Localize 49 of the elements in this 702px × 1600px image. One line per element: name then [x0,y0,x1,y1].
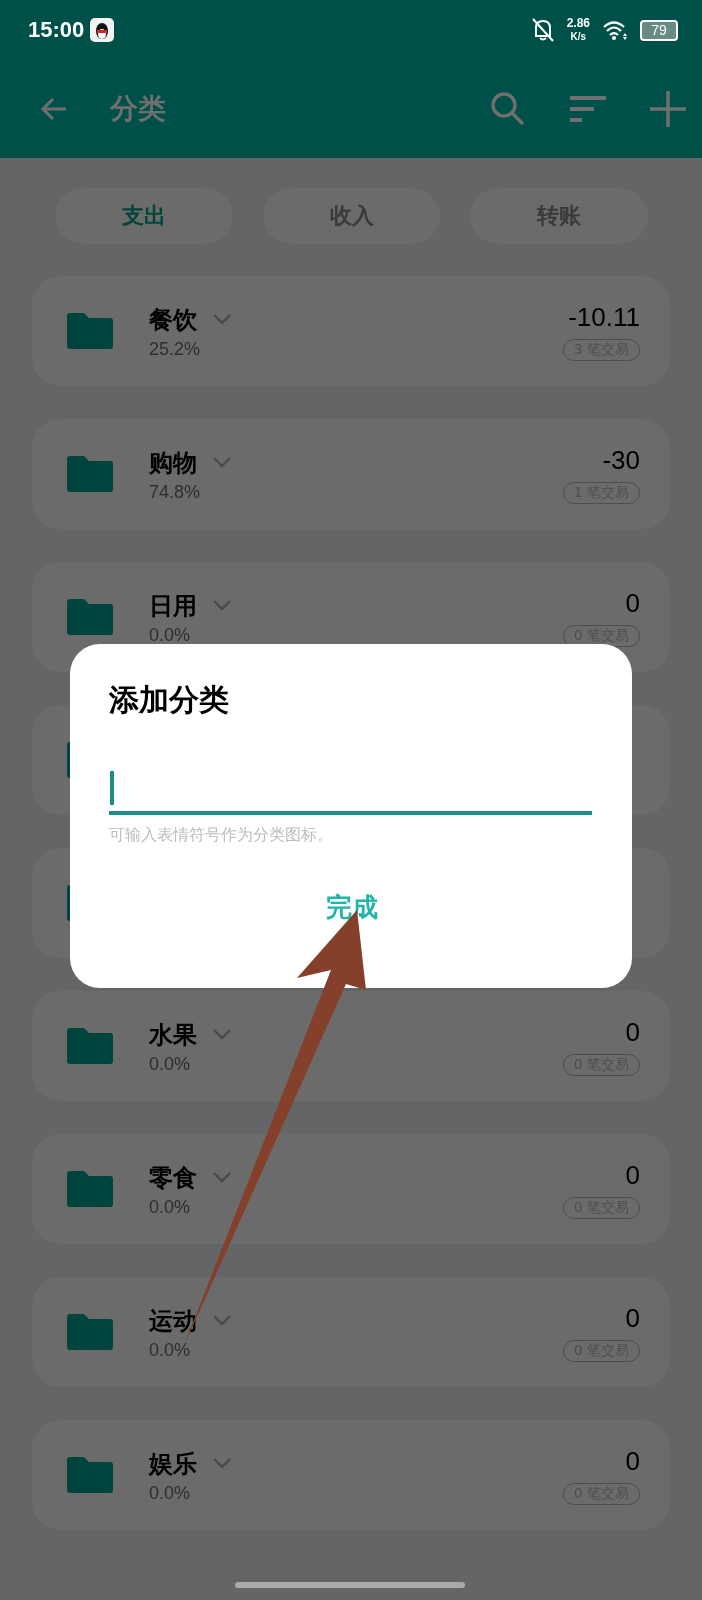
wifi-icon [602,19,628,41]
category-amount: -10.11 [568,301,640,333]
chevron-down-icon[interactable] [213,600,231,611]
folder-icon [67,313,113,349]
chevron-down-icon[interactable] [213,457,231,468]
category-percent: 0.0% [149,1196,192,1218]
network-speed: 2.86 [566,17,590,30]
category-tab[interactable]: 支出 [55,188,233,244]
category-name: 运动 [149,1305,197,1337]
category-amount: 0 [625,1445,640,1477]
dialog-title: 添加分类 [109,681,229,719]
chevron-down-icon[interactable] [213,1315,231,1326]
category-amount: 0 [625,587,640,619]
search-icon[interactable] [490,91,526,127]
category-name: 水果 [149,1019,197,1051]
folder-icon [67,1314,113,1350]
battery-level: 79 [651,22,667,38]
category-name: 娱乐 [149,1448,197,1480]
folder-icon [67,1171,113,1207]
category-amount: 0 [625,1159,640,1191]
chevron-down-icon[interactable] [213,314,231,325]
category-percent: 25.2% [149,338,202,360]
chevron-down-icon[interactable] [213,1029,231,1040]
category-percent: 0.0% [149,1482,192,1504]
folder-icon [67,456,113,492]
category-amount: 0 [625,1016,640,1048]
folder-icon [67,1028,113,1064]
category-percent: 0.0% [149,624,192,646]
category-amount: 0 [625,1302,640,1334]
category-percent: 74.8% [149,481,202,503]
page-title: 分类 [110,91,166,127]
folder-icon [67,599,113,635]
category-name: 餐饮 [149,304,197,336]
category-amount: -30 [602,444,640,476]
bell-off-icon [530,17,555,43]
chevron-down-icon[interactable] [213,1172,231,1183]
status-time: 15:00 [28,17,85,43]
category-percent: 0.0% [149,1339,192,1361]
add-icon[interactable] [650,91,686,127]
helper-text: 可输入表情符号作为分类图标。 [109,825,333,846]
category-percent: 0.0% [149,1053,192,1075]
speed-unit: K/s [570,30,587,43]
category-name: 零食 [149,1162,197,1194]
folder-icon [67,1457,113,1493]
sort-icon[interactable] [570,95,606,123]
app-notification-icon [90,18,115,42]
category-name: 购物 [149,447,197,479]
chevron-down-icon[interactable] [213,1458,231,1469]
category-name: 日用 [149,590,197,622]
